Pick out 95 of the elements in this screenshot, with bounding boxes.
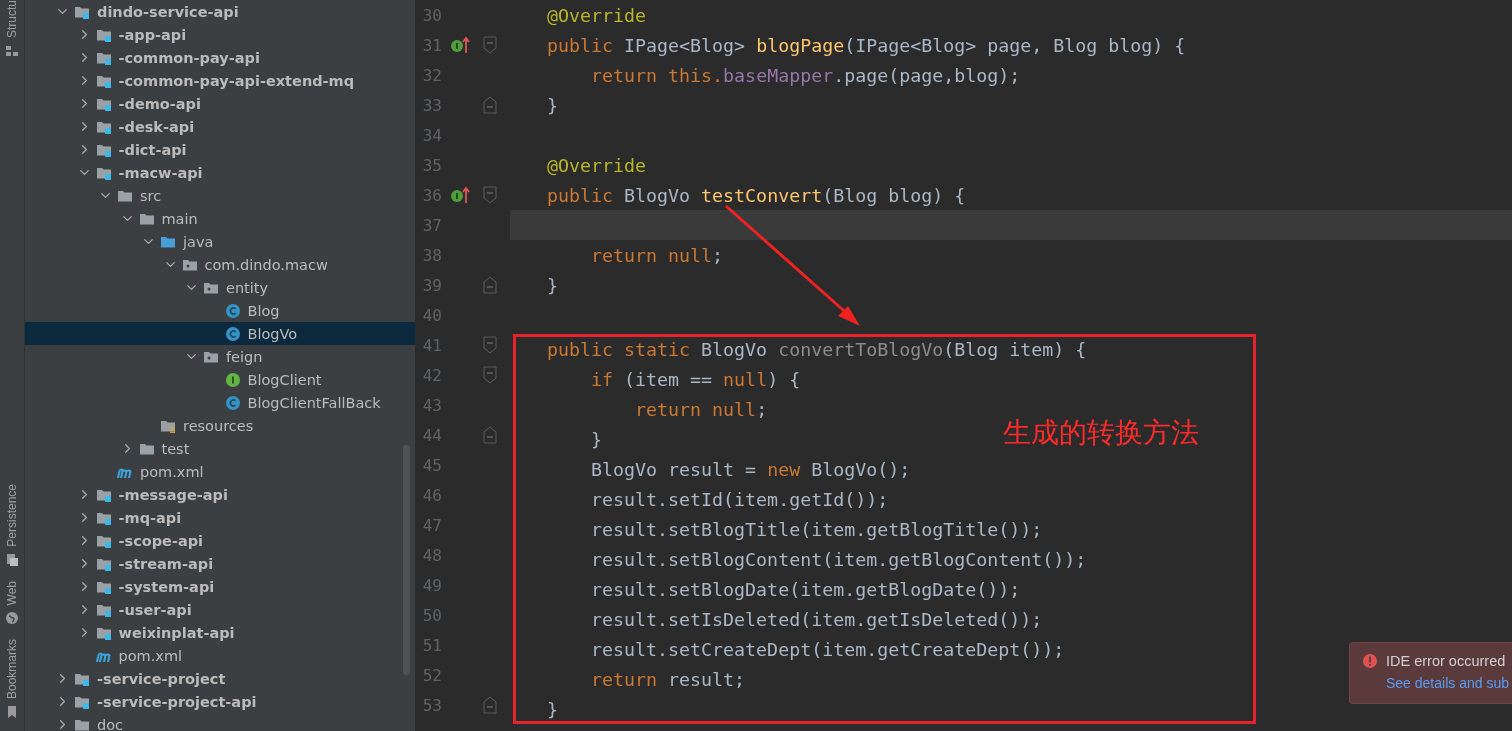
tool-window-tab[interactable]: Bookmarks <box>5 638 19 699</box>
line-number: 35 <box>421 155 442 175</box>
line-number: 30 <box>421 5 442 25</box>
interface-icon <box>223 371 242 388</box>
notification-title: IDE error occurred <box>1386 653 1506 669</box>
line-number: 39 <box>421 275 442 295</box>
code-line: @Override <box>546 3 648 28</box>
tree-item[interactable]: -stream-api <box>25 552 415 575</box>
tree-item[interactable]: BlogVo <box>25 322 415 345</box>
tree-item[interactable]: resources <box>25 414 415 437</box>
code-line: } <box>547 697 558 722</box>
tree-item[interactable]: -common-pay-api <box>25 46 415 69</box>
tree-item[interactable]: dindo-service-api <box>25 0 415 23</box>
line-number: 32 <box>421 65 442 85</box>
line-number: 50 <box>421 605 442 625</box>
code-line: } <box>546 93 559 118</box>
tree-item[interactable]: pom.xml <box>25 460 415 483</box>
tree-item[interactable]: -demo-api <box>25 92 415 115</box>
line-number: 48 <box>421 545 442 565</box>
line-number: 53 <box>421 695 442 715</box>
tree-item[interactable]: com.dindo.macw <box>25 253 415 276</box>
tree-item[interactable]: java <box>25 230 415 253</box>
code-line: public BlogVo testConvert(Blog blog) { <box>546 183 967 208</box>
line-number: 38 <box>421 245 442 265</box>
line-number: 42 <box>421 365 442 385</box>
tree-item[interactable]: entity <box>25 276 415 299</box>
code-line: result.setBlogDate(item.getBlogDate()); <box>590 577 1021 602</box>
tree-item[interactable]: src <box>25 184 415 207</box>
tree-item[interactable]: -user-api <box>25 598 415 621</box>
class-icon <box>223 302 242 319</box>
tree-item[interactable]: feign <box>25 345 415 368</box>
class-icon <box>223 325 242 342</box>
tree-item[interactable]: -macw-api <box>25 161 415 184</box>
tree-item[interactable]: pom.xml <box>25 644 415 667</box>
code-line: public static BlogVo convertToBlogVo(Blog item) { <box>547 337 1087 362</box>
tree-item[interactable]: BlogClientFallBack <box>25 391 415 414</box>
tree-item[interactable]: test <box>25 437 415 460</box>
tree-item[interactable]: -service-project <box>25 667 415 690</box>
line-number: 41 <box>421 335 442 355</box>
line-number: 34 <box>421 125 442 145</box>
tree-item[interactable]: -service-project-api <box>25 690 415 713</box>
code-line: if (item == null) { <box>590 367 801 392</box>
database-icon <box>5 552 19 567</box>
line-number: 31 <box>421 35 442 55</box>
code-line: return result; <box>590 667 746 692</box>
tree-item[interactable]: Blog <box>25 299 415 322</box>
line-number: 37 <box>421 215 442 235</box>
tree-item[interactable]: -desk-api <box>25 115 415 138</box>
code-line: return this.baseMapper.page(page,blog); <box>590 63 1022 88</box>
tool-window-tab[interactable]: Structu <box>5 0 19 38</box>
line-number: 33 <box>421 95 442 115</box>
tool-window-tab[interactable]: Persistence <box>5 483 19 547</box>
structure-icon <box>5 44 19 58</box>
line-number: 43 <box>421 395 442 415</box>
line-number: 51 <box>421 635 442 655</box>
code-line: result.setCreateDept(item.getCreateDept()); <box>590 637 1065 662</box>
tree-item[interactable]: main <box>25 207 415 230</box>
tree-item[interactable]: BlogClient <box>25 368 415 391</box>
code-line: @Override <box>546 153 648 178</box>
tree-item[interactable]: weixinplat-api <box>25 621 415 644</box>
code-line: result.setBlogContent(item.getBlogContent()); <box>590 547 1087 572</box>
line-number: 46 <box>421 485 442 505</box>
error-icon <box>1362 653 1378 669</box>
code-line: result.setIsDeleted(item.getIsDeleted()); <box>590 607 1043 632</box>
code-line: result.setId(item.getId()); <box>590 487 889 512</box>
tree-item[interactable]: -scope-api <box>25 529 415 552</box>
code-line: return null; <box>634 397 768 422</box>
line-number: 40 <box>421 305 442 325</box>
line-number: 45 <box>421 455 442 475</box>
tree-item[interactable]: doc <box>25 713 415 731</box>
bookmark-icon <box>5 705 19 719</box>
code-line: } <box>590 427 603 452</box>
globe-icon <box>5 610 19 625</box>
line-number: 52 <box>421 665 442 685</box>
tree-item[interactable]: -common-pay-api-extend-mq <box>25 69 415 92</box>
annotation-note: 生成的转换方法 <box>1003 415 1199 451</box>
line-number: 44 <box>421 425 442 445</box>
line-number: 49 <box>421 575 442 595</box>
tree-item[interactable]: -system-api <box>25 575 415 598</box>
tree-item[interactable]: -mq-api <box>25 506 415 529</box>
class-icon <box>223 394 242 411</box>
tool-window-tab[interactable]: Web <box>5 580 19 605</box>
tree-item[interactable]: -message-api <box>25 483 415 506</box>
code-line: public IPage<Blog> blogPage(IPage<Blog> page, Blog blog) { <box>546 33 1187 58</box>
line-number: 47 <box>421 515 442 535</box>
implements-icon[interactable] <box>450 35 472 55</box>
code-line: result.setBlogTitle(item.getBlogTitle()); <box>590 517 1043 542</box>
tree-item[interactable]: -dict-api <box>25 138 415 161</box>
details-link[interactable]: See details and sub <box>1386 675 1512 691</box>
implements-icon[interactable] <box>450 185 472 205</box>
tree-item[interactable]: -app-api <box>25 23 415 46</box>
line-number: 36 <box>421 185 442 205</box>
code-line: BlogVo result = new BlogVo(); <box>590 457 911 482</box>
code-line: } <box>546 273 559 298</box>
code-line: return null; <box>590 243 725 268</box>
